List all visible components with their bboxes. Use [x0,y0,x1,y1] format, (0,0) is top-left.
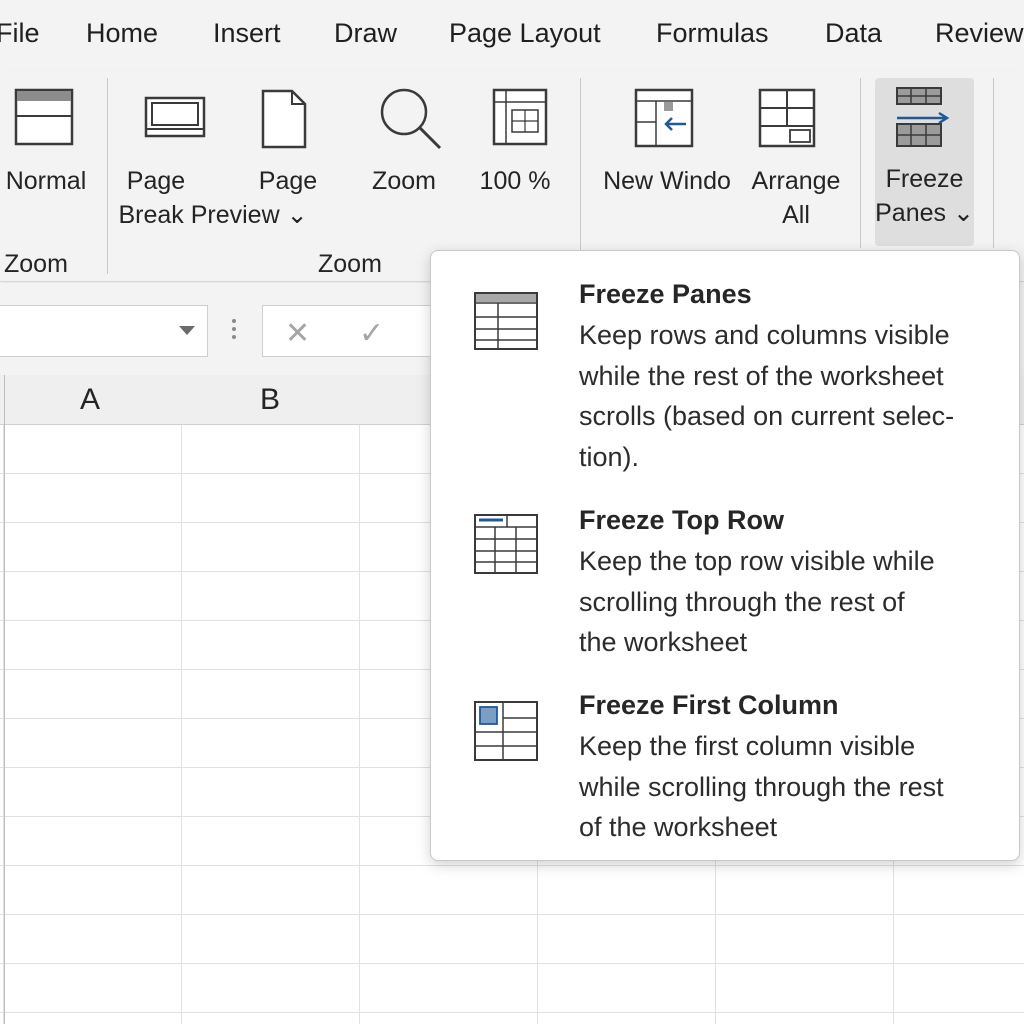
menu-item-freeze-panes[interactable]: Freeze Panes Keep rows and columns visib… [431,275,1019,485]
tab-data[interactable]: Data [825,18,882,49]
tab-home[interactable]: Home [86,18,158,49]
page-layout-label: Page [258,167,318,195]
tab-page-layout[interactable]: Page Layout [449,18,601,49]
cancel-icon[interactable]: ✕ [285,316,310,351]
group-label-zoom-left: Zoom [4,250,68,278]
zoom-label: Zoom [372,167,436,195]
ribbon-separator [580,78,581,274]
freeze-first-column-icon [474,701,538,761]
freeze-top-row-icon [474,514,538,574]
arrange-all-button[interactable]: Arrange All [746,80,846,230]
column-header-b[interactable]: B [260,383,280,417]
menu-item-title: Freeze Panes [579,279,752,309]
freeze-panes-menu: Freeze Panes Keep rows and columns visib… [430,250,1020,861]
arrange-all-label-line2: All [782,201,810,229]
menu-item-freeze-top-row[interactable]: Freeze Top Row Keep the top row visible … [431,501,1019,671]
page-layout-view-button[interactable]: Page [252,80,324,210]
name-box[interactable] [0,305,208,357]
menu-bar: File Home Insert Draw Page Layout Formul… [0,0,1024,72]
page-icon [261,89,307,149]
column-header-a[interactable]: A [80,383,100,417]
new-window-icon [634,88,694,148]
enter-icon[interactable]: ✓ [359,316,384,351]
page-break-icon [144,96,206,138]
zoom-button[interactable]: Zoom [362,80,446,210]
ribbon-separator [860,78,861,248]
normal-view-icon [14,88,74,146]
menu-item-freeze-first-column[interactable]: Freeze First Column Keep the first colum… [431,686,1019,856]
new-window-button[interactable]: New Windo [596,80,738,210]
tab-review[interactable]: Review [935,18,1024,49]
menu-item-description: Keep the top row visible while scrolling… [579,546,935,657]
arrange-all-icon [758,88,816,148]
menu-item-title: Freeze First Column [579,690,839,720]
freeze-panes-icon [896,87,950,147]
tab-draw[interactable]: Draw [334,18,397,49]
tab-insert[interactable]: Insert [213,18,281,49]
arrange-all-label-line1: Arrange [751,167,841,195]
page-break-label-line1: Page [126,167,186,195]
tab-formulas[interactable]: Formulas [656,18,769,49]
group-label-zoom: Zoom [318,250,382,278]
magnifier-icon [380,88,442,150]
tab-file[interactable]: File [0,18,40,49]
new-window-label: New Windo [603,167,731,195]
row-header-border [4,375,5,1024]
freeze-panes-label-line1: Freeze [885,165,964,193]
menu-item-title: Freeze Top Row [579,505,785,535]
zoom-100-icon [492,88,548,146]
menu-item-description: Keep rows and columns visible while the … [579,320,955,472]
zoom-100-button[interactable]: 100 % [474,80,556,210]
ribbon-separator [993,78,994,248]
chevron-down-icon[interactable] [179,326,195,335]
freeze-panes-button[interactable]: Freeze Panes ⌄ [875,78,974,246]
freeze-panes-label-line2: Panes ⌄ [875,199,974,227]
freeze-panes-icon [474,292,538,350]
more-options-icon[interactable] [231,319,237,345]
menu-item-description: Keep the first column visible while scro… [579,731,944,842]
zoom-100-label: 100 % [479,167,551,195]
